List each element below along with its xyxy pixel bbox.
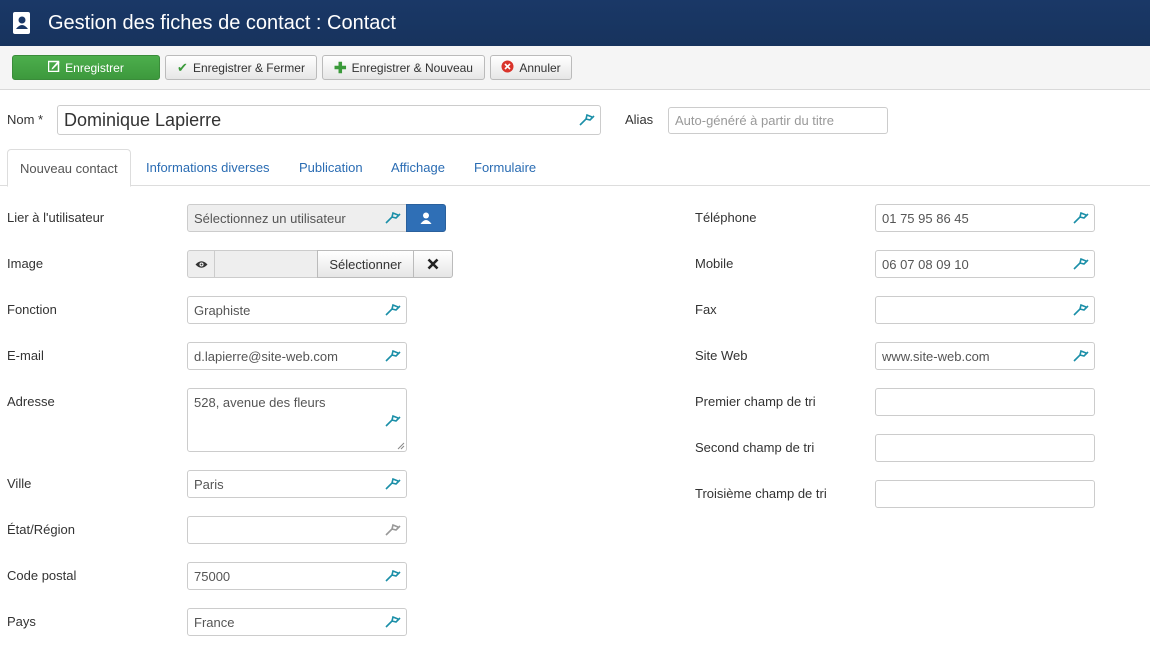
language-flag-icon <box>1073 350 1089 362</box>
web-label: Site Web <box>695 348 748 363</box>
alias-placeholder: Auto-généré à partir du titre <box>675 113 834 128</box>
web-value: www.site-web.com <box>882 348 990 364</box>
select-image-button[interactable]: Sélectionner <box>317 250 414 278</box>
clear-image-button[interactable] <box>413 250 453 278</box>
language-flag-icon <box>385 616 401 628</box>
eye-icon <box>195 260 207 268</box>
email-value: d.lapierre@site-web.com <box>194 348 338 364</box>
edit-icon <box>47 60 60 75</box>
web-input[interactable]: www.site-web.com <box>875 342 1095 370</box>
adresse-textarea[interactable]: 528, avenue des fleurs <box>187 388 407 452</box>
language-flag-icon <box>385 350 401 362</box>
page-header: Gestion des fiches de contact : Contact <box>0 0 1150 46</box>
plus-icon: ✚ <box>334 59 347 77</box>
ville-label: Ville <box>7 476 32 491</box>
language-flag-icon <box>385 478 401 490</box>
tri2-input[interactable] <box>875 434 1095 462</box>
alias-input[interactable]: Auto-généré à partir du titre <box>668 107 888 134</box>
fax-label: Fax <box>695 302 717 317</box>
tri3-label: Troisième champ de tri <box>695 486 827 501</box>
save-new-button[interactable]: ✚ Enregistrer & Nouveau <box>322 55 485 80</box>
user-label: Lier à l'utilisateur <box>7 210 105 225</box>
select-user-button[interactable] <box>406 204 446 232</box>
language-flag-icon <box>385 304 401 316</box>
tel-label: Téléphone <box>695 210 757 225</box>
save-close-label: Enregistrer & Fermer <box>192 60 305 75</box>
image-field: Sélectionner <box>187 250 453 278</box>
pays-input[interactable]: France <box>187 608 407 636</box>
cancel-button[interactable]: Annuler <box>490 55 572 80</box>
tri2-label: Second champ de tri <box>695 440 815 455</box>
tel-input[interactable]: 01 75 95 86 45 <box>875 204 1095 232</box>
save-button[interactable]: Enregistrer <box>12 55 160 80</box>
tab-formulaire[interactable]: Formulaire <box>462 149 548 186</box>
preview-button[interactable] <box>188 251 215 277</box>
mobile-label: Mobile <box>695 256 734 271</box>
address-book-icon <box>12 12 32 34</box>
fax-input[interactable] <box>875 296 1095 324</box>
name-label: Nom * <box>7 112 44 127</box>
resize-handle-icon[interactable] <box>397 442 405 450</box>
pays-value: France <box>194 614 235 630</box>
cp-input[interactable]: 75000 <box>187 562 407 590</box>
fonction-value: Graphiste <box>194 302 251 318</box>
language-flag-icon <box>385 212 401 224</box>
language-flag-icon <box>1073 304 1089 316</box>
save-new-label: Enregistrer & Nouveau <box>351 60 473 75</box>
user-icon <box>420 212 432 224</box>
user-value: Sélectionnez un utilisateur <box>194 210 346 226</box>
fonction-input[interactable]: Graphiste <box>187 296 407 324</box>
save-close-button[interactable]: ✔ Enregistrer & Fermer <box>165 55 317 80</box>
language-flag-icon <box>385 570 401 582</box>
toolbar: Enregistrer ✔ Enregistrer & Fermer ✚ Enr… <box>0 46 1150 90</box>
tri3-input[interactable] <box>875 480 1095 508</box>
mobile-input[interactable]: 06 07 08 09 10 <box>875 250 1095 278</box>
email-input[interactable]: d.lapierre@site-web.com <box>187 342 407 370</box>
adresse-label: Adresse <box>7 394 55 409</box>
image-label: Image <box>7 256 44 271</box>
language-flag-icon <box>579 114 595 126</box>
tab-nouveau-contact[interactable]: Nouveau contact <box>7 149 131 187</box>
tab-affichage[interactable]: Affichage <box>379 149 457 186</box>
cancel-icon <box>501 60 514 76</box>
cancel-label: Annuler <box>519 60 561 75</box>
tabs-bar: Nouveau contact Informations diverses Pu… <box>0 149 1150 187</box>
check-icon: ✔ <box>177 59 188 75</box>
pays-label: Pays <box>7 614 36 629</box>
mobile-value: 06 07 08 09 10 <box>882 256 969 272</box>
ville-value: Paris <box>194 476 224 492</box>
user-select-input[interactable]: Sélectionnez un utilisateur <box>187 204 407 232</box>
email-label: E-mail <box>7 348 44 363</box>
name-input[interactable]: Dominique Lapierre <box>57 105 601 135</box>
close-icon <box>427 258 439 270</box>
etat-input[interactable] <box>187 516 407 544</box>
cp-value: 75000 <box>194 568 231 584</box>
fonction-label: Fonction <box>7 302 57 317</box>
tab-informations-diverses[interactable]: Informations diverses <box>134 149 282 186</box>
alias-label: Alias <box>625 112 654 127</box>
language-flag-icon <box>385 415 401 427</box>
language-flag-icon <box>1073 212 1089 224</box>
etat-label: État/Région <box>7 522 75 537</box>
save-button-label: Enregistrer <box>65 60 124 75</box>
name-value: Dominique Lapierre <box>64 109 222 130</box>
cp-label: Code postal <box>7 568 77 583</box>
language-flag-icon <box>1073 258 1089 270</box>
tri1-label: Premier champ de tri <box>695 394 816 409</box>
page-title: Gestion des fiches de contact : Contact <box>48 11 396 34</box>
tab-publication[interactable]: Publication <box>287 149 375 186</box>
adresse-value: 528, avenue des fleurs <box>194 395 326 410</box>
ville-input[interactable]: Paris <box>187 470 407 498</box>
tel-value: 01 75 95 86 45 <box>882 210 969 226</box>
language-flag-icon <box>385 524 401 536</box>
tri1-input[interactable] <box>875 388 1095 416</box>
